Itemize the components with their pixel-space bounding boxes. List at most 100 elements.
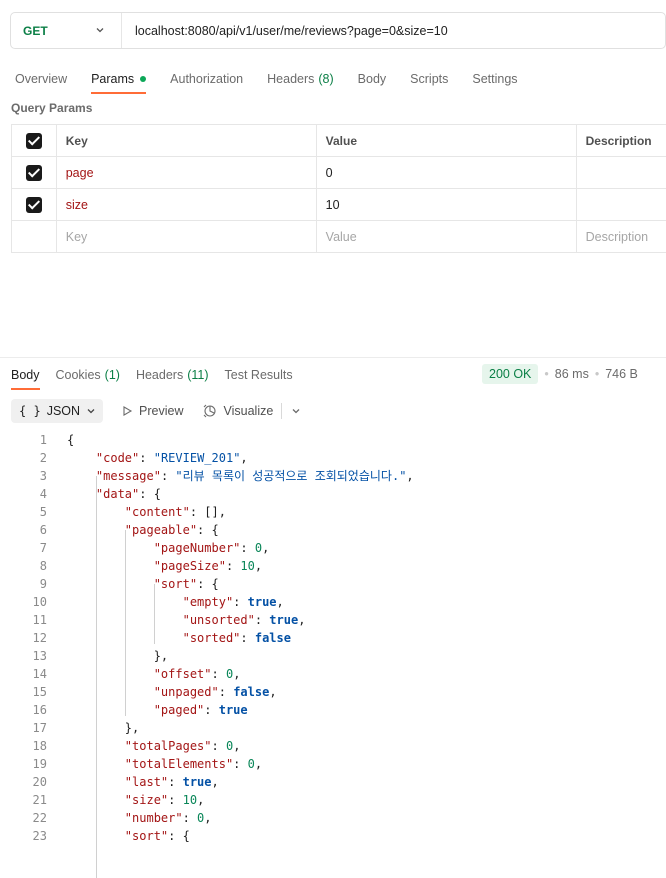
tab-scripts[interactable]: Scripts (410, 64, 448, 94)
line-number: 15 (0, 683, 47, 701)
line-number: 8 (0, 557, 47, 575)
tab-body[interactable]: Body (358, 64, 387, 94)
param-description-cell[interactable] (576, 189, 666, 221)
line-number: 11 (0, 611, 47, 629)
code-line: 17 }, (0, 719, 666, 737)
row-checkbox[interactable] (26, 197, 42, 213)
line-number: 21 (0, 791, 47, 809)
tab-count: (11) (187, 368, 208, 382)
code-text: "pageNumber": 0, (47, 539, 269, 557)
code-text: "number": 0, (47, 809, 212, 827)
line-number: 20 (0, 773, 47, 791)
line-number: 2 (0, 449, 47, 467)
code-text: "sort": { (47, 827, 190, 845)
toolbar-divider (281, 403, 282, 419)
code-text: "offset": 0, (47, 665, 240, 683)
new-key-input[interactable]: Key (56, 221, 316, 253)
code-line: 6 "pageable": { (0, 521, 666, 539)
code-line: 11 "unsorted": true, (0, 611, 666, 629)
response-body-viewer[interactable]: 1{2 "code": "REVIEW_201",3 "message": "리… (0, 431, 666, 845)
tab-headers[interactable]: Headers(8) (267, 64, 334, 94)
code-text: "sort": { (47, 575, 219, 593)
tab-label: Settings (472, 72, 517, 86)
tab-settings[interactable]: Settings (472, 64, 517, 94)
new-description-input[interactable]: Description (576, 221, 666, 253)
new-value-input[interactable]: Value (316, 221, 576, 253)
status-badge[interactable]: 200 OK (482, 364, 538, 384)
line-number: 10 (0, 593, 47, 611)
code-line: 23 "sort": { (0, 827, 666, 845)
visualize-button[interactable]: Visualize (202, 404, 274, 418)
url-input[interactable]: localhost:8080/api/v1/user/me/reviews?pa… (122, 24, 448, 38)
code-line: 1{ (0, 431, 666, 449)
code-line: 18 "totalPages": 0, (0, 737, 666, 755)
column-header-description: Description (576, 125, 666, 157)
code-text: }, (47, 719, 139, 737)
code-line: 14 "offset": 0, (0, 665, 666, 683)
code-text: { (47, 431, 74, 449)
line-number: 3 (0, 467, 47, 485)
code-text: "size": 10, (47, 791, 204, 809)
select-all-checkbox[interactable] (26, 133, 42, 149)
code-text: "content": [], (47, 503, 226, 521)
code-line: 10 "empty": true, (0, 593, 666, 611)
tab-label: Authorization (170, 72, 243, 86)
tab-count: (1) (105, 368, 120, 382)
method-select[interactable]: GET (11, 13, 122, 48)
code-line: 12 "sorted": false (0, 629, 666, 647)
line-number: 12 (0, 629, 47, 647)
response-tab-cookies[interactable]: Cookies(1) (56, 362, 120, 388)
tab-params[interactable]: Params (91, 64, 146, 94)
line-number: 5 (0, 503, 47, 521)
code-line: 20 "last": true, (0, 773, 666, 791)
row-checkbox[interactable] (26, 165, 42, 181)
preview-button[interactable]: Preview (121, 404, 183, 418)
response-time[interactable]: 86 ms (555, 367, 589, 381)
line-number: 14 (0, 665, 47, 683)
response-tab-test-results[interactable]: Test Results (225, 362, 293, 388)
code-line: 16 "paged": true (0, 701, 666, 719)
response-tab-body[interactable]: Body (11, 362, 40, 388)
param-value-cell[interactable]: 0 (316, 157, 576, 189)
param-value-cell[interactable]: 10 (316, 189, 576, 221)
code-line: 15 "unpaged": false, (0, 683, 666, 701)
chevron-down-icon[interactable] (290, 406, 302, 416)
tab-authorization[interactable]: Authorization (170, 64, 243, 94)
format-label: JSON (47, 404, 80, 418)
tab-label: Headers (136, 368, 183, 382)
play-icon (121, 405, 133, 417)
code-text: "message": "리뷰 목록이 성공적으로 조회되었습니다.", (47, 467, 414, 485)
code-line: 7 "pageNumber": 0, (0, 539, 666, 557)
method-label: GET (23, 24, 48, 38)
url-bar: GET localhost:8080/api/v1/user/me/review… (10, 12, 666, 49)
chevron-down-icon (85, 406, 97, 416)
table-row: page 0 (12, 157, 666, 189)
tab-overview[interactable]: Overview (15, 64, 67, 94)
code-text: "paged": true (47, 701, 248, 719)
chevron-down-icon[interactable] (95, 25, 105, 35)
line-number: 6 (0, 521, 47, 539)
param-description-cell[interactable] (576, 157, 666, 189)
response-status-bar: 200 OK • 86 ms • 746 B (482, 364, 638, 384)
code-text: "pageable": { (47, 521, 219, 539)
response-tab-headers[interactable]: Headers (11) (136, 362, 209, 388)
tab-label: Body (358, 72, 387, 86)
format-select[interactable]: { } JSON (11, 399, 103, 423)
line-number: 13 (0, 647, 47, 665)
tab-label: Test Results (225, 368, 293, 382)
table-row: size 10 (12, 189, 666, 221)
line-number: 19 (0, 755, 47, 773)
column-header-key: Key (56, 125, 316, 157)
response-size[interactable]: 746 B (605, 367, 638, 381)
active-indicator-dot (140, 76, 146, 82)
code-line: 3 "message": "리뷰 목록이 성공적으로 조회되었습니다.", (0, 467, 666, 485)
table-row-placeholder: Key Value Description (12, 221, 666, 253)
response-tabs: Body Cookies(1) Headers (11) Test Results (11, 362, 309, 392)
code-text: "unpaged": false, (47, 683, 277, 701)
code-text: "data": { (47, 485, 161, 503)
param-key-cell[interactable]: size (56, 189, 316, 221)
line-number: 17 (0, 719, 47, 737)
tab-label: Body (11, 368, 40, 382)
param-key-cell[interactable]: page (56, 157, 316, 189)
response-divider[interactable] (0, 357, 666, 358)
